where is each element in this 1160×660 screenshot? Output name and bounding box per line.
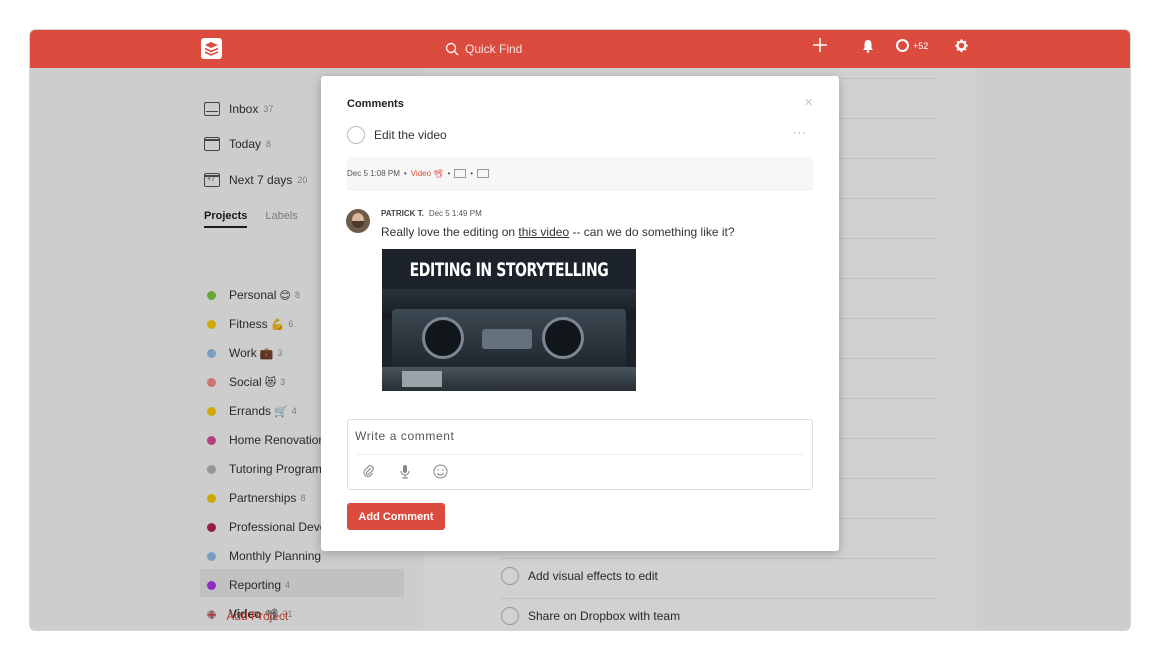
task-created-date: Dec 5 1:08 PM	[347, 168, 400, 178]
settings-button[interactable]	[954, 38, 969, 56]
avatar-beard	[352, 221, 364, 228]
image-reel	[542, 317, 584, 359]
paperclip-icon[interactable]	[362, 464, 375, 481]
search-icon	[445, 42, 459, 56]
comment-header: PATRICK T. Dec 5 1:49 PM	[381, 209, 482, 218]
modal-task: Edit the video	[347, 126, 447, 144]
composer-divider	[356, 454, 804, 455]
comment-text: Really love the editing on this video --…	[381, 225, 735, 239]
comments-modal: Comments × Edit the video ··· Dec 5 1:08…	[321, 76, 839, 551]
avatar	[346, 209, 370, 233]
task-meta-bar: Dec 5 1:08 PM • Video 📽 • •	[347, 157, 813, 190]
image-meter	[402, 371, 442, 387]
top-bar: Quick Find +52	[30, 30, 1130, 68]
comment-text-after: -- can we do something like it?	[569, 225, 735, 239]
comment-link[interactable]: this video	[518, 225, 569, 239]
logo-icon	[204, 42, 219, 56]
close-button[interactable]: ×	[804, 94, 813, 111]
more-options-button[interactable]: ···	[793, 127, 807, 139]
meta-separator: •	[470, 168, 474, 178]
microphone-icon[interactable]	[400, 464, 410, 482]
image-tape-head	[482, 329, 532, 349]
karma-value: +52	[913, 40, 929, 51]
email-icon[interactable]	[454, 168, 467, 178]
bell-icon	[863, 40, 873, 53]
emoji-icon[interactable]	[433, 464, 448, 482]
karma-button[interactable]: +52	[896, 39, 928, 52]
task-checkbox[interactable]	[347, 126, 365, 144]
activity-icon[interactable]	[477, 168, 490, 178]
quick-find-placeholder: Quick Find	[465, 42, 523, 56]
comment-author: PATRICK T.	[381, 209, 424, 218]
comment-text-before: Really love the editing on	[381, 225, 519, 239]
modal-task-name: Edit the video	[374, 128, 447, 142]
comment-attachment-image[interactable]: EDITING IN STORYTELLING	[382, 249, 636, 391]
comment-date: Dec 5 1:49 PM	[428, 209, 482, 218]
comment-composer	[347, 419, 813, 490]
meta-separator: •	[447, 168, 451, 178]
quick-find-search[interactable]: Quick Find	[445, 40, 522, 58]
meta-separator: •	[403, 168, 407, 178]
image-reel	[422, 317, 464, 359]
modal-title: Comments	[347, 98, 404, 110]
image-title: EDITING IN STORYTELLING	[409, 259, 609, 281]
comment-input[interactable]	[355, 429, 805, 443]
plus-icon	[813, 38, 827, 52]
app-logo[interactable]	[201, 38, 222, 59]
add-task-button[interactable]	[812, 37, 828, 56]
add-comment-button[interactable]: Add Comment	[347, 503, 445, 530]
notifications-button[interactable]	[862, 39, 874, 56]
task-project-link[interactable]: Video 📽	[411, 169, 444, 178]
gear-icon	[955, 39, 968, 53]
karma-icon	[896, 39, 909, 52]
